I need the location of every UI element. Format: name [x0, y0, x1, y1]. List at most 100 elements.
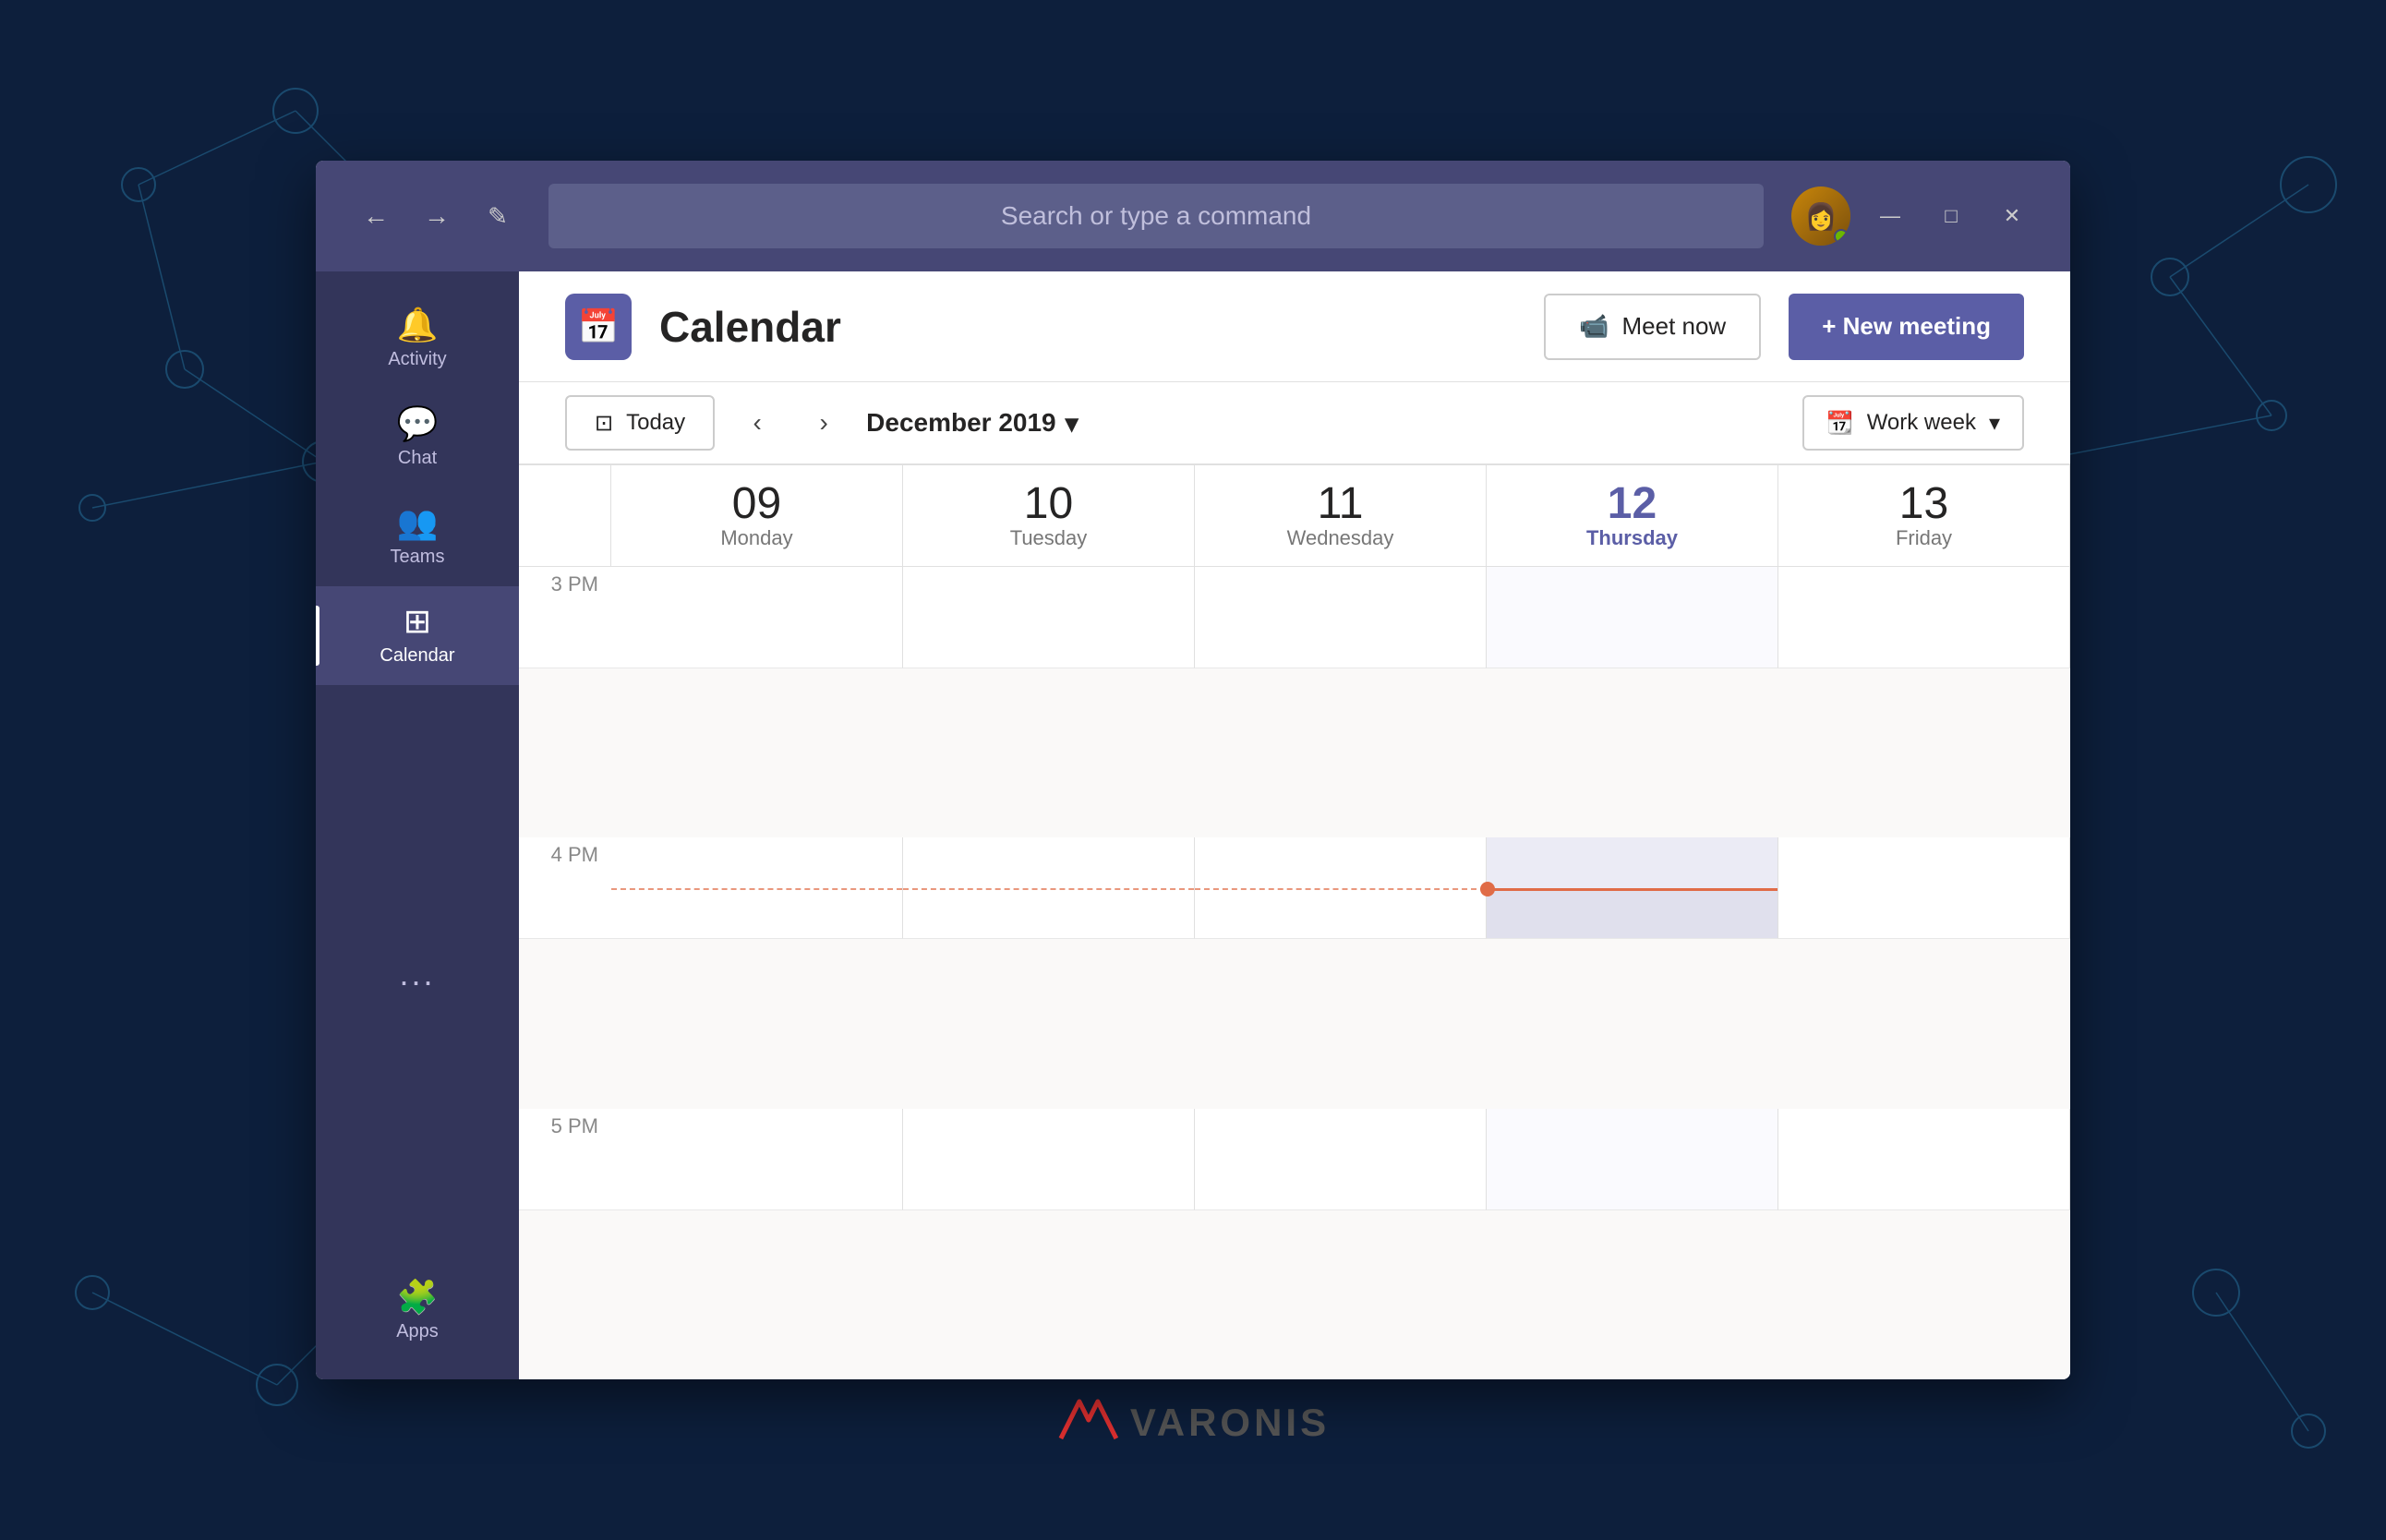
today-label: Today [626, 410, 685, 436]
time-indicator-dashed-mon [611, 888, 902, 890]
meet-now-label: Meet now [1621, 312, 1726, 341]
day-header-thu: 12 Thursday [1487, 465, 1778, 566]
activity-icon: 🔔 [397, 308, 439, 342]
varonis-logo-text: VARONIS [1130, 1392, 1330, 1448]
grid-cell-mon-4pm[interactable] [611, 837, 903, 939]
avatar[interactable]: 👩 [1791, 186, 1850, 246]
day-name-thu: Thursday [1586, 526, 1678, 550]
sidebar-item-chat-label: Chat [398, 448, 437, 469]
grid-cell-mon-5pm[interactable] [611, 1109, 903, 1210]
day-num-fri: 13 [1899, 482, 1948, 526]
app-body: 🔔 Activity 💬 Chat 👥 Teams ⊞ Calendar ... [316, 271, 2070, 1379]
teams-window: ← → ✎ 👩 — □ ✕ 🔔 Activity 💬 [316, 161, 2070, 1379]
calendar-icon-symbol: 📅 [578, 307, 620, 346]
grid-cell-fri-5pm[interactable] [1778, 1109, 2070, 1210]
time-indicator-dashed-wed [1195, 888, 1486, 890]
teams-icon: 👥 [397, 506, 439, 539]
grid-cell-wed-3pm[interactable] [1195, 567, 1487, 668]
nav-buttons: ← → ✎ [353, 193, 521, 239]
forward-button[interactable]: → [414, 193, 460, 239]
title-bar-right: 👩 — □ ✕ [1791, 186, 2033, 246]
grid-cell-fri-4pm[interactable] [1778, 837, 2070, 939]
day-headers: 09 Monday 10 Tuesday 11 Wednesday 12 Thu… [519, 465, 2070, 567]
calendar-nav-icon: ⊞ [404, 605, 431, 638]
calendar-toolbar: ⊡ Today ‹ › December 2019 ▾ 📆 Work week … [519, 382, 2070, 465]
sidebar-item-teams-label: Teams [391, 547, 445, 568]
today-past-overlay [1487, 888, 1777, 938]
sidebar-item-calendar-label: Calendar [380, 645, 454, 667]
month-year-text: December 2019 [866, 408, 1055, 438]
time-label-5pm: 5 PM [519, 1109, 611, 1210]
sidebar-item-activity[interactable]: 🔔 Activity [316, 290, 519, 389]
view-label: Work week [1867, 410, 1976, 436]
view-selector[interactable]: 📆 Work week ▾ [1802, 395, 2024, 451]
day-header-tue: 10 Tuesday [903, 465, 1195, 566]
day-num-mon: 09 [732, 482, 781, 526]
new-meeting-label: + New meeting [1822, 312, 1991, 341]
grid-cell-fri-3pm[interactable] [1778, 567, 2070, 668]
search-input[interactable] [548, 184, 1764, 248]
time-grid: 3 PM 4 PM [519, 567, 2070, 1379]
day-name-tue: Tuesday [1010, 526, 1088, 550]
day-name-fri: Friday [1896, 526, 1952, 550]
grid-cell-tue-5pm[interactable] [903, 1109, 1195, 1210]
sidebar: 🔔 Activity 💬 Chat 👥 Teams ⊞ Calendar ... [316, 271, 519, 1379]
sidebar-item-chat[interactable]: 💬 Chat [316, 389, 519, 487]
video-icon: 📹 [1579, 312, 1609, 341]
more-dots-icon: ... [399, 955, 435, 993]
month-year-label[interactable]: December 2019 ▾ [866, 408, 1079, 439]
maximize-button[interactable]: □ [1930, 195, 1972, 237]
close-button[interactable]: ✕ [1991, 195, 2033, 237]
grid-cell-thu-5pm[interactable] [1487, 1109, 1778, 1210]
day-header-fri: 13 Friday [1778, 465, 2070, 566]
next-week-button[interactable]: › [800, 399, 848, 447]
compose-button[interactable]: ✎ [475, 193, 521, 239]
sidebar-item-teams[interactable]: 👥 Teams [316, 487, 519, 586]
varonis-branding: VARONIS [1056, 1392, 1330, 1448]
grid-cell-tue-3pm[interactable] [903, 567, 1195, 668]
main-content: 📅 Calendar 📹 Meet now + New meeting ⊡ To… [519, 271, 2070, 1379]
new-meeting-button[interactable]: + New meeting [1789, 294, 2024, 360]
day-num-tue: 10 [1024, 482, 1073, 526]
view-dropdown-icon: ▾ [1989, 410, 2000, 437]
grid-cell-mon-3pm[interactable] [611, 567, 903, 668]
window-controls: — □ ✕ [1869, 195, 2033, 237]
title-bar: ← → ✎ 👩 — □ ✕ [316, 161, 2070, 271]
grid-cell-tue-4pm[interactable] [903, 837, 1195, 939]
day-name-mon: Monday [720, 526, 792, 550]
time-label-3pm: 3 PM [519, 567, 611, 668]
day-header-mon: 09 Monday [611, 465, 903, 566]
day-name-wed: Wednesday [1287, 526, 1394, 550]
sidebar-item-calendar[interactable]: ⊞ Calendar [316, 586, 519, 685]
minimize-button[interactable]: — [1869, 195, 1911, 237]
grid-cell-wed-4pm[interactable] [1195, 837, 1487, 939]
chat-icon: 💬 [397, 407, 439, 440]
sidebar-item-apps[interactable]: 🧩 Apps [316, 1262, 519, 1361]
day-num-thu: 12 [1608, 482, 1657, 526]
grid-cell-thu-3pm[interactable] [1487, 567, 1778, 668]
today-button[interactable]: ⊡ Today [565, 395, 715, 451]
grid-cell-wed-5pm[interactable] [1195, 1109, 1487, 1210]
sidebar-more-button[interactable]: ... [316, 936, 519, 1012]
back-button[interactable]: ← [353, 193, 399, 239]
day-num-wed: 11 [1318, 482, 1364, 526]
varonis-logo-icon [1056, 1397, 1121, 1443]
time-indicator-dashed-tue [903, 888, 1194, 890]
grid-cell-thu-4pm[interactable] [1487, 837, 1778, 939]
apps-icon: 🧩 [397, 1281, 439, 1314]
time-label-4pm: 4 PM [519, 837, 611, 939]
day-header-wed: 11 Wednesday [1195, 465, 1487, 566]
page-title: Calendar [659, 302, 1516, 352]
sidebar-item-activity-label: Activity [388, 349, 446, 370]
calendar-icon-small: 📆 [1826, 410, 1854, 437]
today-icon: ⊡ [595, 410, 613, 437]
sidebar-item-apps-label: Apps [396, 1321, 439, 1342]
calendar-app-icon: 📅 [565, 294, 632, 360]
avatar-status [1834, 229, 1849, 244]
prev-week-button[interactable]: ‹ [733, 399, 781, 447]
varonis-text: VARONIS [1130, 1401, 1330, 1444]
month-dropdown-icon: ▾ [1066, 408, 1079, 439]
calendar-grid: 09 Monday 10 Tuesday 11 Wednesday 12 Thu… [519, 465, 2070, 1379]
meet-now-button[interactable]: 📹 Meet now [1544, 294, 1761, 360]
time-col-header [519, 465, 611, 566]
